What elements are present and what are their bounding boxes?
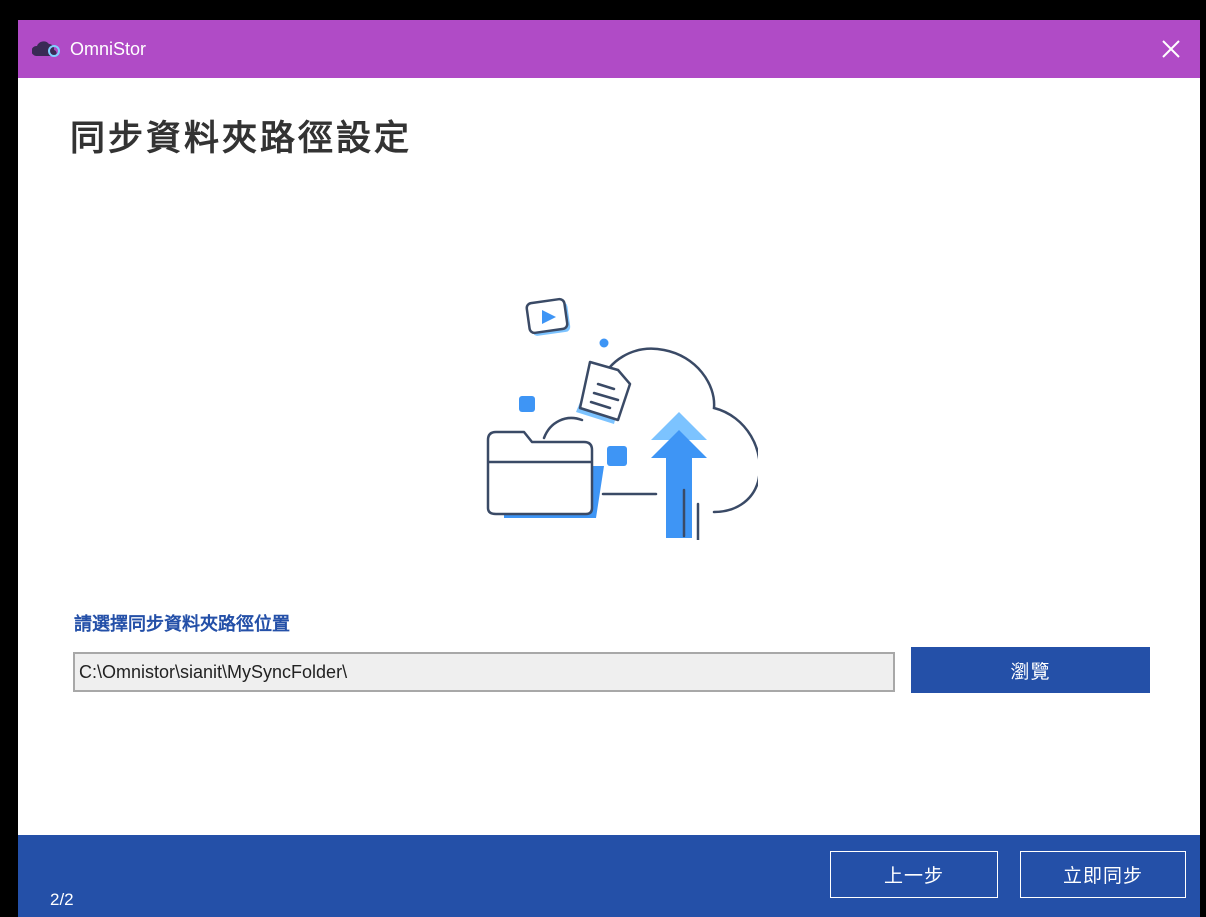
sync-path-input[interactable] <box>73 652 895 692</box>
path-label: 請選擇同步資料夾路徑位置 <box>74 614 290 635</box>
document-icon <box>576 360 632 424</box>
square-decoration <box>519 396 535 412</box>
footer-bar: 2/2 上一步 立即同步 <box>18 835 1200 917</box>
square-decoration <box>607 446 627 466</box>
page-title: 同步資料夾路徑設定 <box>70 119 413 159</box>
title-bar: OmniStor <box>18 20 1200 78</box>
step-indicator: 2/2 <box>50 890 74 909</box>
app-title: OmniStor <box>70 39 147 59</box>
close-button[interactable] <box>1142 20 1200 78</box>
video-icon <box>525 297 571 336</box>
sync-now-button[interactable]: 立即同步 <box>1020 851 1186 898</box>
back-button[interactable]: 上一步 <box>830 851 998 898</box>
setup-window: OmniStor 同步資料夾路徑設定 請選擇同步資料夾路徑位置 C:\Omnis… <box>18 20 1200 917</box>
cloud-upload-illustration <box>486 297 758 540</box>
folder-icon <box>486 430 604 518</box>
browse-button[interactable]: 瀏覽 <box>911 647 1150 693</box>
dot-decoration <box>599 338 609 348</box>
close-icon <box>1162 40 1180 58</box>
cloud-logo-icon <box>32 41 60 57</box>
upload-arrow-icon <box>651 412 707 540</box>
